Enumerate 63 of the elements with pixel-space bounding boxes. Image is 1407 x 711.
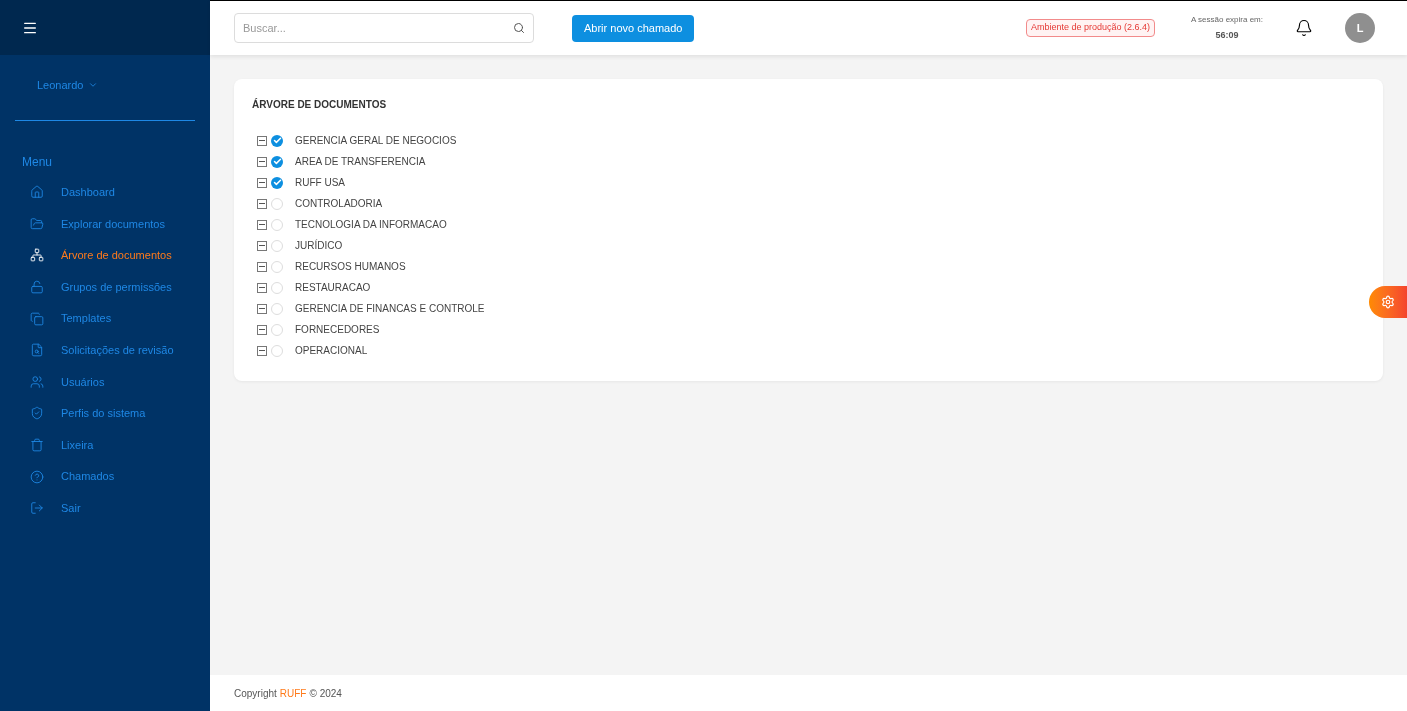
session-label: A sessão expira em: bbox=[1190, 13, 1263, 26]
brand-link[interactable]: RUFF bbox=[279, 685, 307, 701]
settings-icon bbox=[1381, 295, 1395, 309]
tree-node-label[interactable]: RESTAURACAO bbox=[295, 280, 371, 295]
user-menu[interactable]: Leonardo bbox=[37, 77, 98, 94]
logout-icon bbox=[30, 501, 44, 516]
sidebar-item[interactable]: Lixeira bbox=[0, 429, 210, 461]
search-field[interactable]: Buscar... bbox=[234, 13, 534, 43]
sidebar-item[interactable]: Sair bbox=[0, 492, 210, 525]
unlocked-padlock-icon bbox=[30, 280, 44, 295]
users-icon bbox=[30, 374, 44, 389]
tree-node-label[interactable]: JURÍDICO bbox=[295, 238, 343, 253]
collapse-toggle-icon[interactable] bbox=[257, 156, 267, 167]
collapse-toggle-icon[interactable] bbox=[257, 135, 267, 146]
collapse-toggle-icon[interactable] bbox=[257, 240, 267, 251]
checkbox[interactable] bbox=[271, 155, 283, 168]
sidebar-item[interactable]: Dashboard bbox=[0, 176, 210, 209]
card-title: ÁRVORE DE DOCUMENTOS bbox=[252, 97, 388, 112]
sidebar-item[interactable]: Chamados bbox=[0, 460, 210, 493]
session-timer: 56:09 bbox=[1215, 28, 1239, 42]
sidebar-item[interactable]: Explorar documentos bbox=[0, 208, 210, 240]
sidebar-item[interactable]: Templates bbox=[0, 302, 210, 335]
menu-heading: Menu bbox=[21, 153, 54, 171]
tree-node-label[interactable]: RUFF USA bbox=[295, 175, 345, 190]
home-icon bbox=[30, 185, 44, 200]
settings-tab[interactable] bbox=[1369, 286, 1407, 318]
tree-icon bbox=[30, 248, 44, 263]
sidebar-item[interactable]: Perfis do sistema bbox=[0, 397, 210, 430]
tree-node-label[interactable]: GERENCIA GERAL DE NEGOCIOS bbox=[295, 133, 457, 148]
checkbox[interactable] bbox=[271, 176, 283, 189]
sidebar-item[interactable]: Usuários bbox=[0, 366, 210, 398]
search-icon bbox=[513, 22, 525, 34]
tree-node-label[interactable]: FORNECEDORES bbox=[295, 322, 380, 337]
environment-badge: Ambiente de produção (2.6.4) bbox=[1025, 19, 1155, 37]
copy-icon bbox=[30, 311, 44, 326]
new-ticket-button[interactable]: Abrir novo chamado bbox=[572, 14, 695, 42]
trash-icon bbox=[30, 438, 44, 453]
tree-node-label[interactable]: GERENCIA DE FINANCAS E CONTROLE bbox=[295, 301, 485, 316]
sidebar-item[interactable]: Solicitações de revisão bbox=[0, 334, 210, 367]
tree-node-label[interactable]: CONTROLADORIA bbox=[295, 196, 383, 211]
checkbox[interactable] bbox=[271, 134, 283, 147]
sidebar-item[interactable]: Árvore de documentos bbox=[0, 239, 210, 272]
tree-node-label[interactable]: TECNOLOGIA DA INFORMACAO bbox=[295, 217, 447, 232]
copyright-text: Copyright bbox=[234, 686, 277, 701]
notification-bell-icon[interactable] bbox=[1295, 19, 1313, 37]
folder-icon bbox=[30, 216, 44, 231]
collapse-toggle-icon[interactable] bbox=[257, 261, 267, 272]
collapse-toggle-icon[interactable] bbox=[257, 219, 267, 230]
tree-node-label[interactable]: RECURSOS HUMANOS bbox=[295, 259, 406, 274]
tree-node-label[interactable]: OPERACIONAL bbox=[295, 343, 368, 358]
collapse-toggle-icon[interactable] bbox=[257, 303, 267, 314]
collapse-toggle-icon[interactable] bbox=[257, 324, 267, 335]
document-search-icon bbox=[30, 343, 44, 358]
shield-check-icon bbox=[30, 406, 44, 421]
collapse-toggle-icon[interactable] bbox=[257, 345, 267, 356]
copyright-year: © 2024 bbox=[309, 686, 342, 701]
tree-node-label[interactable]: AREA DE TRANSFERENCIA bbox=[295, 154, 426, 169]
user-avatar[interactable]: L bbox=[1345, 13, 1375, 43]
collapse-toggle-icon[interactable] bbox=[257, 198, 267, 209]
collapse-toggle-icon[interactable] bbox=[257, 177, 267, 188]
sidebar-item[interactable]: Grupos de permissões bbox=[0, 271, 210, 303]
collapse-toggle-icon[interactable] bbox=[257, 282, 267, 293]
question-circle-icon bbox=[30, 469, 44, 484]
